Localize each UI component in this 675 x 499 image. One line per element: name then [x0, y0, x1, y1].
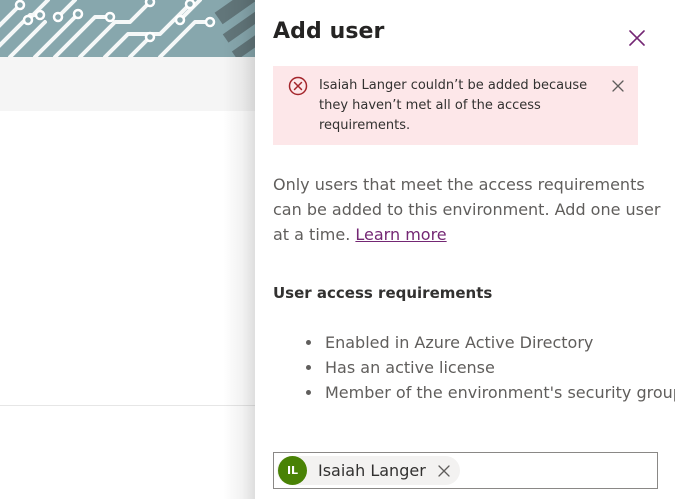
close-panel-button[interactable]	[623, 24, 651, 52]
add-user-panel: Add user Isaiah Langer couldn’t be added…	[255, 0, 675, 499]
close-icon	[629, 30, 645, 46]
list-item: Enabled in Azure Active Directory	[323, 330, 675, 355]
error-message-bar: Isaiah Langer couldn’t be added because …	[273, 66, 638, 145]
close-icon	[612, 80, 624, 92]
panel-shadow	[223, 0, 255, 499]
dismiss-error-button[interactable]	[609, 77, 627, 95]
background-divider	[0, 405, 255, 406]
description-body: Only users that meet the access requirem…	[273, 175, 661, 244]
close-icon	[438, 465, 450, 477]
circuit-banner-image	[0, 0, 255, 57]
background-page	[0, 0, 255, 499]
description-text: Only users that meet the access requirem…	[273, 172, 665, 247]
list-item: Has an active license	[323, 355, 675, 380]
people-picker-input[interactable]: IL Isaiah Langer	[273, 452, 658, 489]
panel-title: Add user	[273, 19, 385, 44]
requirements-heading: User access requirements	[273, 284, 493, 302]
selected-user-name: Isaiah Langer	[318, 461, 426, 480]
error-circle-icon	[288, 76, 308, 96]
background-header-band	[0, 57, 255, 111]
error-message-text: Isaiah Langer couldn’t be added because …	[319, 78, 588, 133]
selected-user-chip[interactable]: IL Isaiah Langer	[277, 456, 460, 485]
list-item: Member of the environment's security gro…	[323, 380, 675, 405]
avatar: IL	[278, 456, 307, 485]
requirements-list: Enabled in Azure Active Directory Has an…	[295, 330, 675, 405]
learn-more-link[interactable]: Learn more	[355, 225, 446, 244]
remove-user-button[interactable]	[436, 463, 452, 479]
